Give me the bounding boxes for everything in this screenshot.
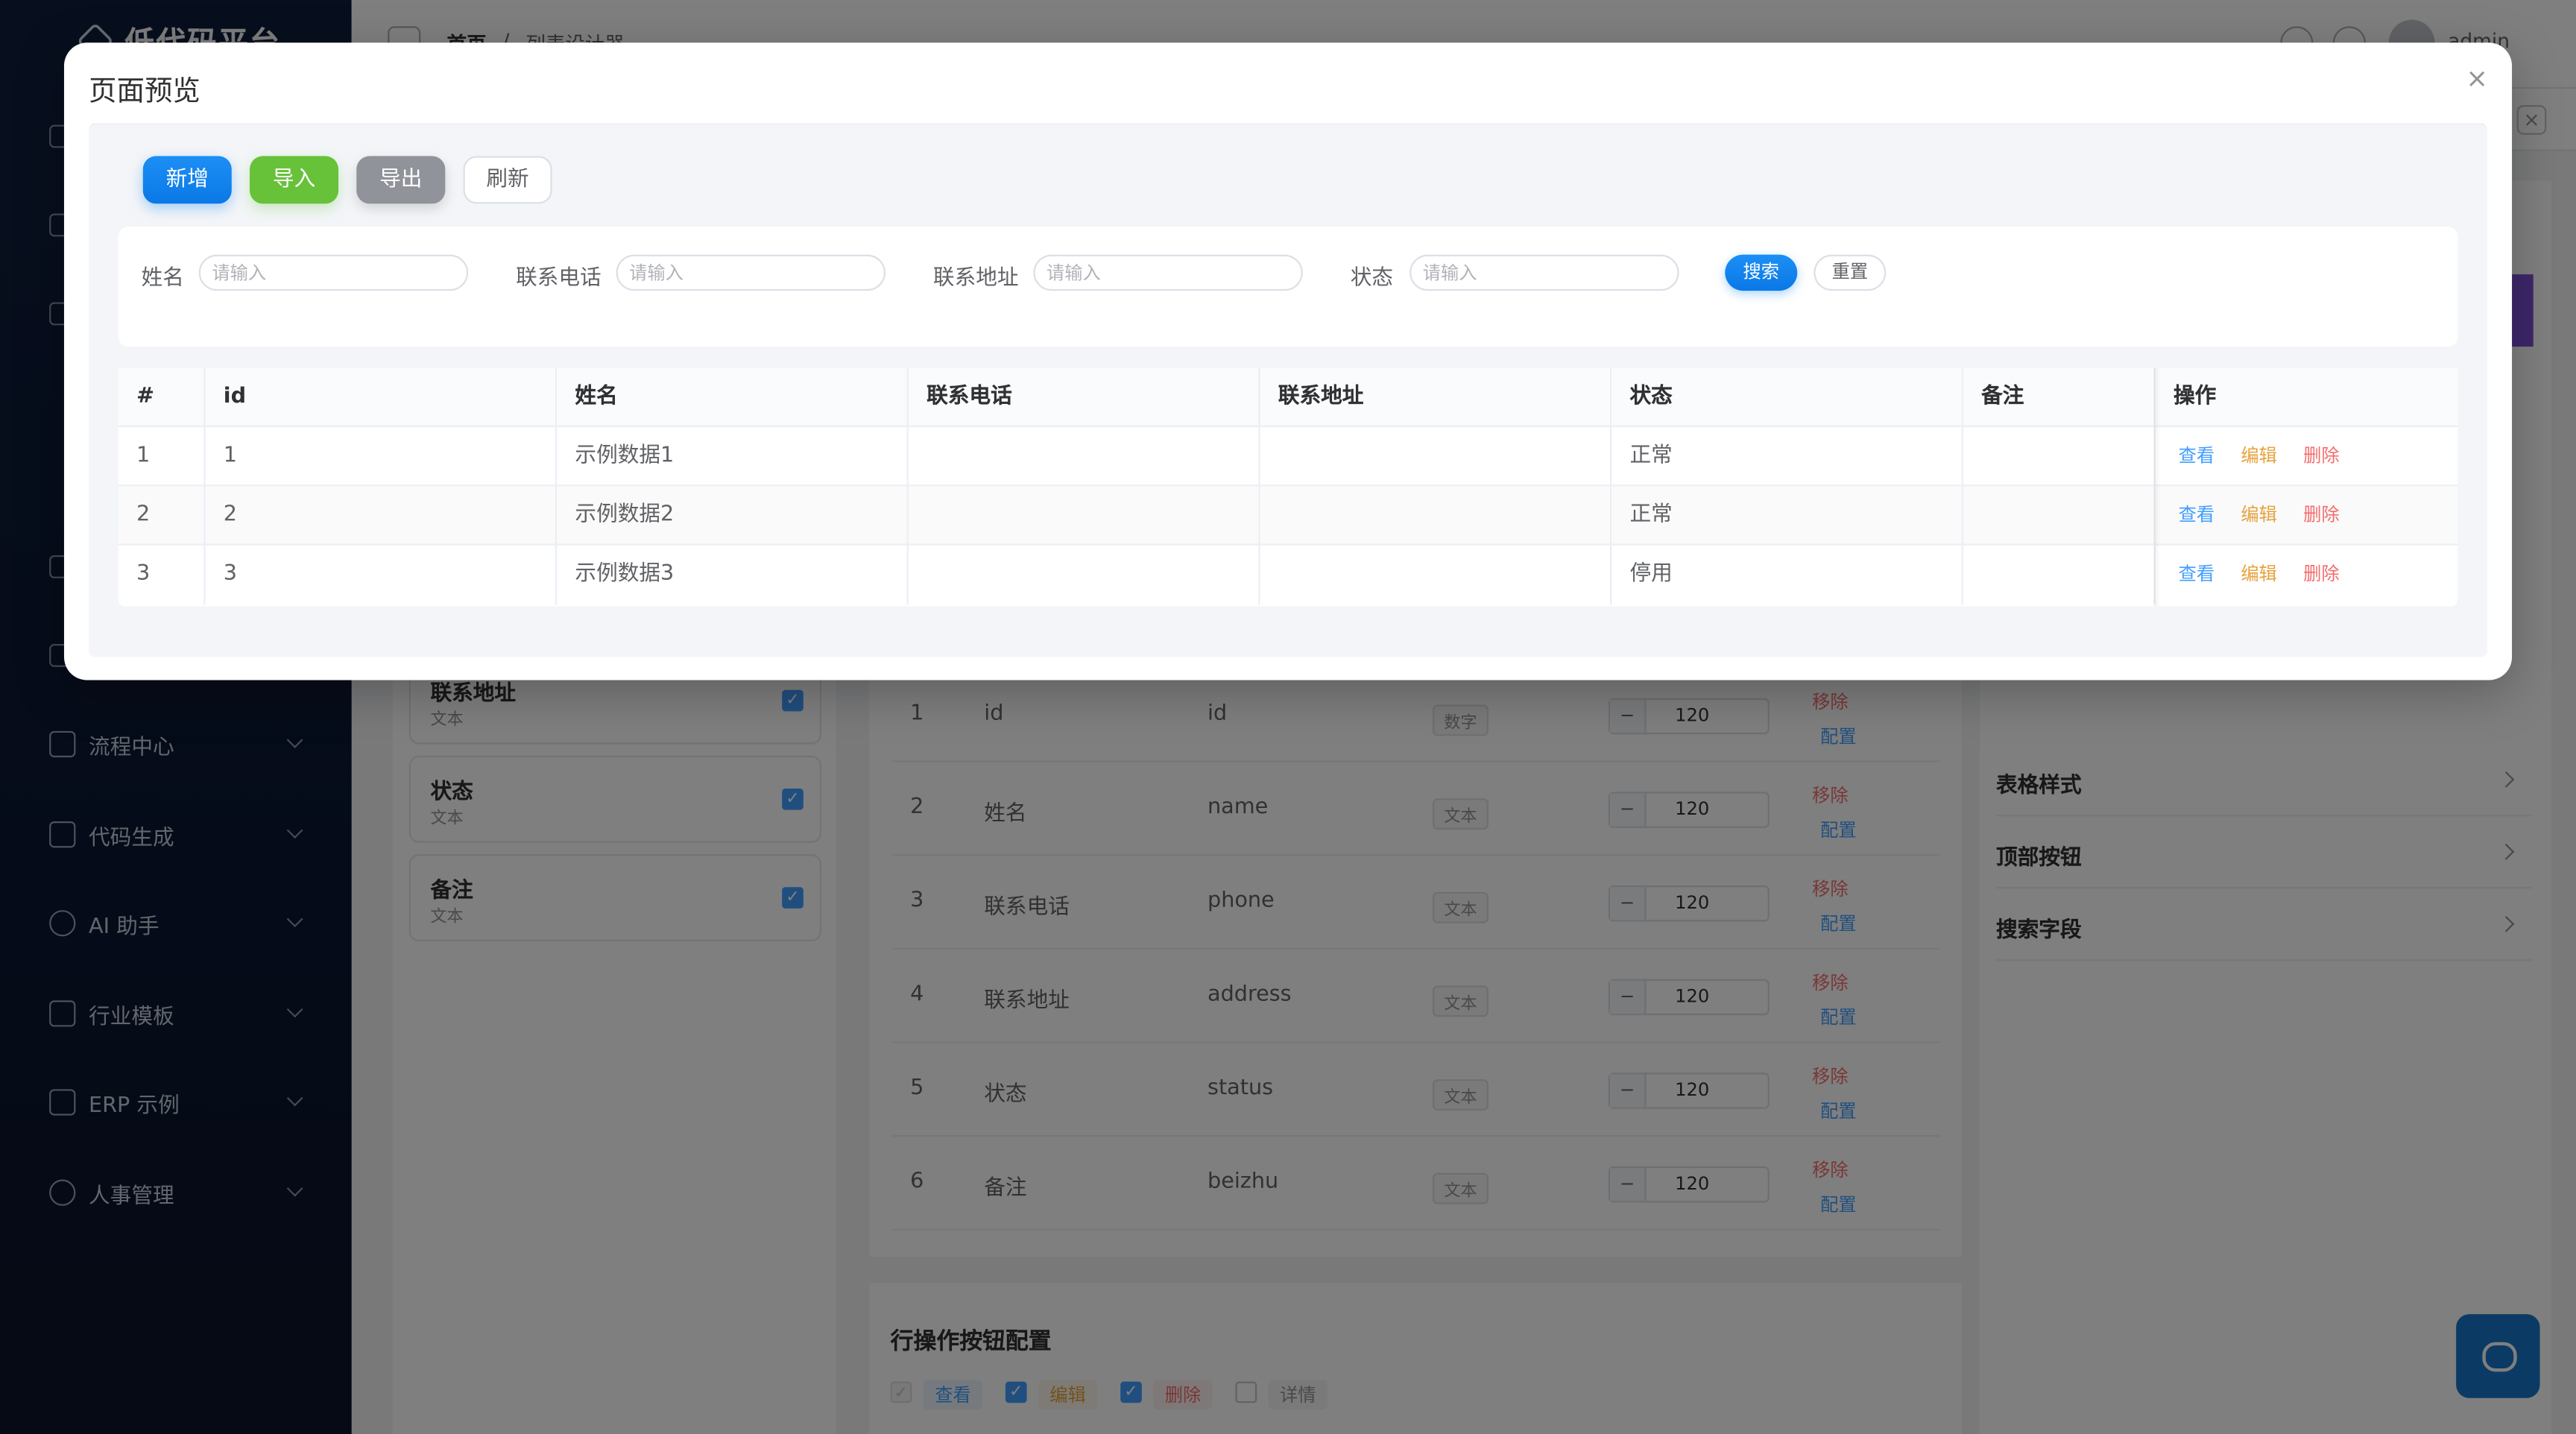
delete-action[interactable]: 删除 (2303, 486, 2339, 545)
table-cell: 正常 (1611, 486, 1963, 546)
search-label-name: 姓名 (141, 266, 184, 291)
delete-action[interactable]: 删除 (2303, 427, 2339, 486)
table-cell: 2 (205, 486, 558, 546)
view-action[interactable]: 查看 (2179, 546, 2214, 604)
table-cell (908, 427, 1260, 487)
search-form: 姓名 联系电话 联系地址 状态 搜索 重置 (118, 227, 2458, 347)
search-input-name[interactable] (198, 254, 469, 291)
table-cell (1260, 486, 1612, 546)
view-action[interactable]: 查看 (2179, 427, 2214, 486)
dialog-title: 页面预览 (89, 75, 201, 109)
table-row-actions: 查看 编辑 删除 (2156, 546, 2458, 604)
view-action[interactable]: 查看 (2179, 486, 2214, 545)
table-cell: 2 (118, 486, 206, 546)
search-label-status: 状态 (1350, 266, 1394, 291)
search-input-phone[interactable] (616, 254, 886, 291)
table-cell: 1 (118, 427, 206, 487)
import-button[interactable]: 导入 (250, 156, 339, 204)
edit-action[interactable]: 编辑 (2241, 546, 2276, 604)
table-cell: 正常 (1611, 427, 1963, 487)
table-header-cell: 联系电话 (908, 367, 1260, 428)
preview-table: # id 姓名 联系电话 联系地址 状态 备注 操作 1 1 示例数据1 正常 查看 编辑 删除 2 2 示例数… (118, 367, 2458, 607)
preview-dialog: 页面预览 × 新增 导入 导出 刷新 姓名 联系电话 联系地址 状态 搜索 重置… (63, 42, 2513, 680)
table-cell: 3 (206, 545, 558, 605)
edit-action[interactable]: 编辑 (2241, 486, 2276, 545)
table-header-cell: 联系地址 (1260, 367, 1612, 428)
table-cell: 1 (205, 427, 558, 487)
dialog-body: 新增 导入 导出 刷新 姓名 联系电话 联系地址 状态 搜索 重置 #id姓名联… (89, 123, 2488, 657)
table-cell (1260, 427, 1612, 487)
delete-action[interactable]: 删除 (2303, 546, 2339, 604)
table-cell: 示例数据2 (557, 486, 909, 546)
table-cell: 示例数据1 (557, 427, 909, 487)
table-cell: 停用 (1611, 545, 1963, 605)
table-header-cell: 姓名 (557, 367, 909, 428)
reset-button[interactable]: 重置 (1813, 254, 1887, 291)
table-cell (1963, 486, 2156, 546)
search-button[interactable]: 搜索 (1725, 254, 1798, 291)
search-label-address: 联系地址 (932, 266, 1019, 291)
table-cell (909, 545, 1260, 605)
table-header-cell: 备注 (1963, 367, 2156, 428)
edit-action[interactable]: 编辑 (2241, 427, 2276, 486)
table-header-cell: id (205, 367, 558, 428)
table-cell (1963, 545, 2156, 605)
table-header-cell: # (118, 367, 206, 428)
table-cell: 示例数据3 (557, 545, 909, 605)
export-button[interactable]: 导出 (356, 156, 446, 204)
table-header-cell: 操作 (2155, 367, 2458, 428)
search-input-status[interactable] (1409, 254, 1679, 291)
table-row-actions: 查看 编辑 删除 (2155, 427, 2458, 487)
table-cell: 3 (119, 545, 206, 605)
table-cell (1963, 427, 2156, 487)
table-header-cell: 状态 (1611, 367, 1963, 428)
app-root: 低代码平台 流程中心 代码生成 AI 助手 行业模板 ERP (0, 0, 2576, 1434)
refresh-button[interactable]: 刷新 (463, 156, 552, 204)
add-button[interactable]: 新增 (142, 156, 232, 204)
table-row-actions: 查看 编辑 删除 (2155, 486, 2458, 546)
search-input-address[interactable] (1033, 254, 1303, 291)
search-label-phone: 联系电话 (516, 266, 602, 291)
table-cell (1260, 545, 1612, 605)
close-icon[interactable]: × (2466, 63, 2488, 94)
table-cell (908, 486, 1260, 546)
fixed-column-shadow (2153, 367, 2161, 607)
